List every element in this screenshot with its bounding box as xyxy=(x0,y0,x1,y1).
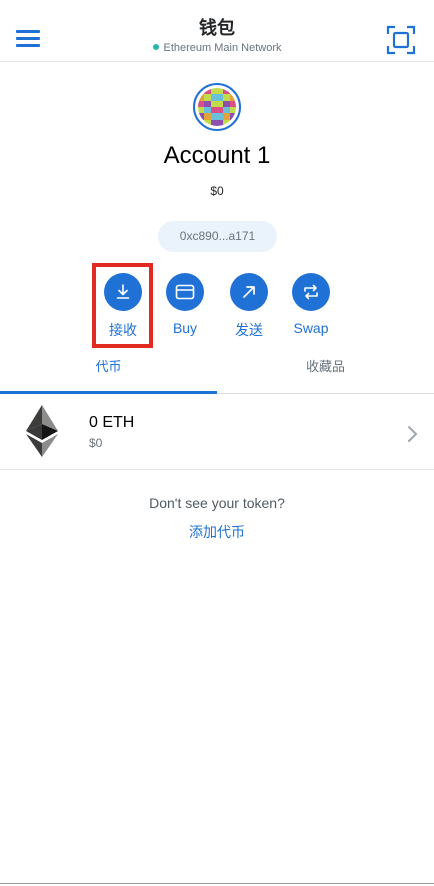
missing-token-prompt: Don't see your token? xyxy=(149,495,285,511)
receive-label: 接收 xyxy=(109,322,137,338)
card-icon xyxy=(166,273,204,311)
network-name: Ethereum Main Network xyxy=(163,42,282,54)
account-avatar[interactable] xyxy=(193,83,241,131)
add-token-link[interactable]: 添加代币 xyxy=(0,522,434,542)
swap-button[interactable]: Swap xyxy=(281,273,341,343)
account-address-button[interactable]: 0xc890...a171 xyxy=(158,221,277,252)
swap-icon xyxy=(292,273,330,311)
buy-label: Buy xyxy=(172,320,198,336)
bottom-divider xyxy=(0,883,434,884)
token-amount: 0 ETH xyxy=(89,414,135,431)
buy-button[interactable]: Buy xyxy=(155,273,215,343)
swap-label: Swap xyxy=(293,320,329,336)
tab-tokens[interactable]: 代币 xyxy=(0,352,217,394)
chevron-right-icon xyxy=(408,426,417,442)
send-label: 发送 xyxy=(235,322,263,338)
eth-icon xyxy=(26,405,58,457)
network-indicator[interactable]: Ethereum Main Network xyxy=(0,42,434,54)
receive-button[interactable]: 接收 xyxy=(93,273,153,343)
send-icon xyxy=(230,273,268,311)
send-button[interactable]: 发送 xyxy=(219,273,279,343)
token-row[interactable]: 0 ETH $0 xyxy=(0,394,434,470)
token-fiat-value: $0 xyxy=(89,436,103,450)
asset-tabs: 代币 收藏品 xyxy=(0,352,434,394)
network-status-dot xyxy=(152,44,159,50)
identicon xyxy=(198,88,236,126)
qr-scan-icon[interactable] xyxy=(386,25,416,55)
tab-collectibles[interactable]: 收藏品 xyxy=(217,352,434,394)
account-balance: $0 xyxy=(210,184,224,198)
page-title: 钱包 xyxy=(199,18,235,39)
app-header: 钱包 Ethereum Main Network xyxy=(0,0,434,62)
account-name[interactable]: Account 1 xyxy=(0,142,434,170)
receive-icon xyxy=(104,273,142,311)
